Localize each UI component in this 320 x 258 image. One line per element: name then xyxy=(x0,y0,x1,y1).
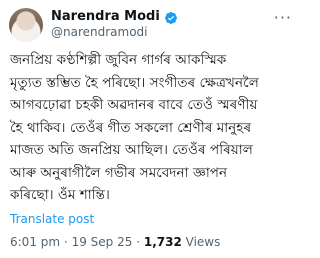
tweet-header: Narendra Modi @narendramodi xyxy=(9,8,178,42)
views-label: Views xyxy=(185,235,221,249)
tweet-line: আগবঢ়োৱা চহকী অৱদানৰ বাবে তেওঁ স্মৰণীয় xyxy=(10,97,258,113)
tweet-time[interactable]: 6:01 pm xyxy=(10,235,60,249)
tweet: Narendra Modi @narendramodi ··· জনপ্ৰিয়… xyxy=(0,0,300,258)
author-block: Narendra Modi @narendramodi xyxy=(51,9,178,40)
avatar[interactable] xyxy=(9,8,43,42)
tweet-line: জনপ্ৰিয় কণ্ঠশিল্পী জুবিন গাৰ্গৰ আকস্মিক xyxy=(10,52,227,68)
tweet-line: কৰিছো। ওঁম শান্তি। xyxy=(10,187,110,203)
tweet-line: মাজত অতি জনপ্ৰিয় আছিল। তেওঁৰ পৰিয়াল xyxy=(10,142,253,158)
tweet-line: হৈ থাকিব। তেওঁৰ গীত সকলো শ্ৰেণীৰ মানুহৰ xyxy=(10,119,252,136)
more-horizontal-icon[interactable]: ··· xyxy=(274,10,292,26)
tweet-text: জনপ্ৰিয় কণ্ঠশিল্পী জুবিন গাৰ্গৰ আকস্মিক… xyxy=(10,49,294,207)
name-row: Narendra Modi xyxy=(51,9,178,25)
views-count[interactable]: 1,732 xyxy=(144,235,182,249)
author-handle[interactable]: @narendramodi xyxy=(51,25,178,40)
tweet-line: আৰু অনুৰাগীলৈ গভীৰ সমবেদনা জ্ঞাপন xyxy=(10,164,228,181)
tweet-meta: 6:01 pm · 19 Sep 25 · 1,732 Views xyxy=(10,235,220,249)
verified-badge-icon xyxy=(164,11,177,24)
translate-post-link[interactable]: Translate post xyxy=(10,212,94,226)
tweet-line: মৃত্যুত স্তম্ভিত হৈ পৰিছো। সংগীতৰ ক্ষেত্… xyxy=(10,74,259,91)
meta-separator: · xyxy=(136,235,141,249)
meta-separator: · xyxy=(63,235,68,249)
author-display-name[interactable]: Narendra Modi xyxy=(51,9,160,25)
tweet-date[interactable]: 19 Sep 25 xyxy=(72,235,133,249)
